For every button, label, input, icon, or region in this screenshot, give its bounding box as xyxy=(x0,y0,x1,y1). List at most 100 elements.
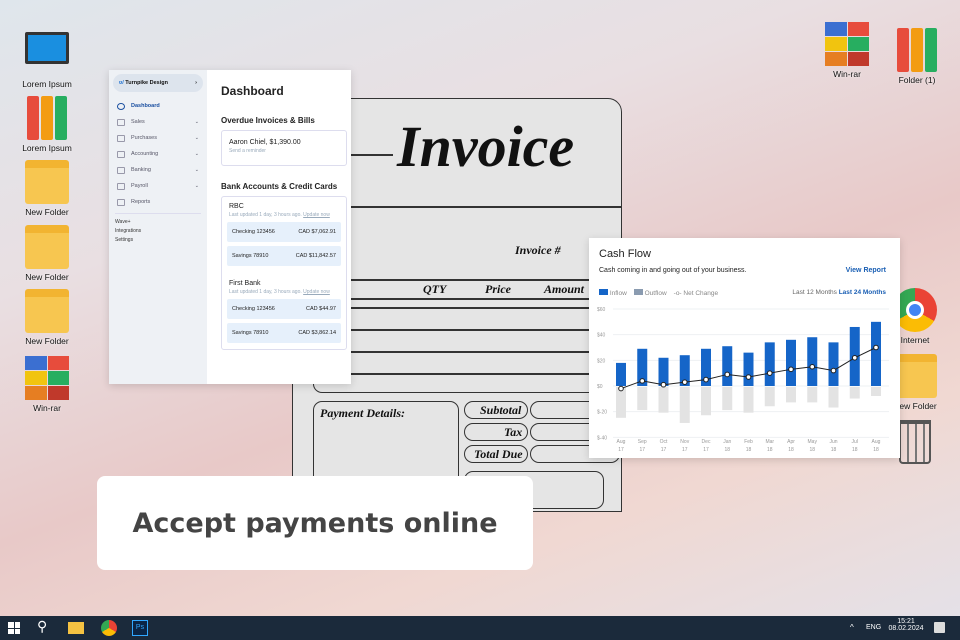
nav-label: Payroll xyxy=(131,183,148,189)
payment-details-label: Payment Details: xyxy=(320,406,405,420)
sidebar-item-payroll[interactable]: Payroll ⌄ xyxy=(109,178,207,194)
outflow-bar xyxy=(722,387,733,411)
binders-icon xyxy=(895,28,939,72)
net-change-point xyxy=(851,354,858,361)
outflow-bar xyxy=(828,387,839,408)
search-icon[interactable]: ⚲ xyxy=(37,618,53,634)
tray-chevron-up-icon[interactable]: ^ xyxy=(850,623,854,632)
link-integrations[interactable]: Integrations xyxy=(109,226,207,235)
net-change-point xyxy=(639,378,646,384)
outflow-bar xyxy=(616,387,626,418)
invoice-number-label: Invoice # xyxy=(515,243,561,257)
inflow-bar xyxy=(616,362,626,386)
link-settings[interactable]: Settings xyxy=(109,235,207,244)
winrar-icon xyxy=(825,22,869,66)
link-wave-plus[interactable]: Wave+ xyxy=(109,217,207,226)
page-title: Dashboard xyxy=(221,84,284,98)
account-amount: CAD $44.97 xyxy=(306,306,336,312)
account-amount: CAD $7,062.91 xyxy=(298,229,336,235)
file-explorer-icon[interactable] xyxy=(68,622,84,634)
send-reminder-link[interactable]: Send a reminder xyxy=(229,148,339,154)
language-indicator[interactable]: ENG xyxy=(866,624,881,631)
icon-label: Win-rar xyxy=(33,403,61,413)
range-12-months[interactable]: Last 12 Months xyxy=(792,289,836,296)
inflow-bar xyxy=(807,337,818,386)
account-row[interactable]: Checking 123456 CAD $44.97 xyxy=(227,299,341,319)
update-now-link[interactable]: Update now xyxy=(303,289,330,295)
sidebar-item-purchases[interactable]: Purchases ⌄ xyxy=(109,130,207,146)
y-tick-label: $60 xyxy=(597,307,606,313)
cash-flow-card: $60 $40 $20 $0 $-20 $-40 Aug 17 Sep 17 Oct 17 Nov 17 D… xyxy=(589,238,900,458)
outflow-bar xyxy=(807,387,818,403)
taskbar: ⚲ Ps ^ ENG 15:21 08.02.2024 xyxy=(0,616,960,640)
nav-label: Purchases xyxy=(131,135,157,141)
chevron-down-icon: ⌄ xyxy=(194,119,199,125)
sidebar-item-accounting[interactable]: Accounting ⌄ xyxy=(109,146,207,162)
cart-icon xyxy=(117,134,125,142)
sidebar-item-reports[interactable]: Reports xyxy=(109,194,207,210)
winrar-icon xyxy=(25,356,69,400)
binders-icon xyxy=(25,96,69,140)
account-name: Savings 78910 xyxy=(232,330,269,336)
icon-label: Folder (1) xyxy=(898,75,936,85)
sidebar-item-banking[interactable]: Banking ⌄ xyxy=(109,162,207,178)
icon-label: New Folder xyxy=(25,272,69,282)
desktop-icon-winrar[interactable]: Win-rar xyxy=(812,22,882,79)
nav-label: Dashboard xyxy=(131,103,160,109)
net-change-point xyxy=(788,366,794,373)
outflow-bar xyxy=(701,387,711,416)
legend-net-change: -o- Net Change xyxy=(673,289,719,297)
folder-icon xyxy=(25,225,69,269)
windows-start-icon[interactable] xyxy=(8,622,20,634)
account-row[interactable]: Savings 78910 CAD $11,842.57 xyxy=(227,246,341,266)
icon-label: Lorem Ipsum xyxy=(22,79,72,89)
y-tick-label: $-20 xyxy=(597,410,607,416)
y-tick-label: $-40 xyxy=(597,435,607,441)
view-report-link[interactable]: View Report xyxy=(846,267,886,274)
chevron-down-icon: ⌄ xyxy=(194,151,199,157)
x-tick-label: 17 xyxy=(661,447,667,453)
x-tick-label: 18 xyxy=(831,447,837,453)
subtotal-label: Subtotal xyxy=(480,403,522,417)
inflow-bar xyxy=(658,357,669,386)
net-change-point xyxy=(660,381,667,388)
clock-date: 08.02.2024 xyxy=(888,625,924,632)
x-tick-label: Oct xyxy=(660,439,668,445)
outflow-bar xyxy=(871,387,881,396)
desktop-icon-folder[interactable]: New Folder xyxy=(12,289,82,346)
clock[interactable]: 15:21 08.02.2024 xyxy=(888,618,924,632)
desktop-icon-computer[interactable]: Lorem Ipsum xyxy=(12,28,82,89)
sidebar-item-sales[interactable]: Sales ⌄ xyxy=(109,114,207,130)
bank-name: First Bank xyxy=(229,280,261,287)
desktop-icon-winrar[interactable]: Win-rar xyxy=(12,356,82,413)
chrome-taskbar-icon[interactable] xyxy=(101,620,117,636)
outflow-bar xyxy=(849,387,860,399)
outflow-bar xyxy=(637,387,648,411)
desktop-icon-binders[interactable]: Folder (1) xyxy=(882,28,952,85)
desktop-icon-folder[interactable]: New Folder xyxy=(12,160,82,217)
overdue-heading: Overdue Invoices & Bills xyxy=(221,116,315,125)
account-row[interactable]: Checking 123456 CAD $7,062.91 xyxy=(227,222,341,242)
net-change-point xyxy=(618,385,624,392)
nav-label: Banking xyxy=(131,167,151,173)
update-now-link[interactable]: Update now xyxy=(303,212,330,218)
col-qty: QTY xyxy=(423,282,447,296)
trash-icon xyxy=(899,420,931,464)
desktop-icon-folder[interactable]: New Folder xyxy=(12,225,82,282)
account-amount: CAD $3,862.14 xyxy=(298,330,336,336)
bank-card: RBC Last updated 1 day, 3 hours ago. Upd… xyxy=(221,196,347,350)
photoshop-icon[interactable]: Ps xyxy=(132,620,148,636)
account-row[interactable]: Savings 78910 CAD $3,862.14 xyxy=(227,323,341,343)
updated-text: Last updated 1 day, 3 hours ago. xyxy=(229,289,302,295)
payroll-icon xyxy=(117,182,125,190)
y-tick-label: $0 xyxy=(597,384,603,390)
notification-icon[interactable] xyxy=(934,622,945,633)
range-24-months[interactable]: Last 24 Months xyxy=(839,289,886,296)
account-name: Checking 123456 xyxy=(232,229,275,235)
inflow-bar xyxy=(764,342,775,386)
brand-switcher[interactable]: ʋ/ Turnpike Design › xyxy=(113,74,203,92)
x-tick-label: Mar xyxy=(765,439,774,445)
desktop-icon-binders[interactable]: Lorem Ipsum xyxy=(12,96,82,153)
sidebar-item-dashboard[interactable]: Dashboard xyxy=(109,98,207,114)
col-price: Price xyxy=(485,282,511,296)
